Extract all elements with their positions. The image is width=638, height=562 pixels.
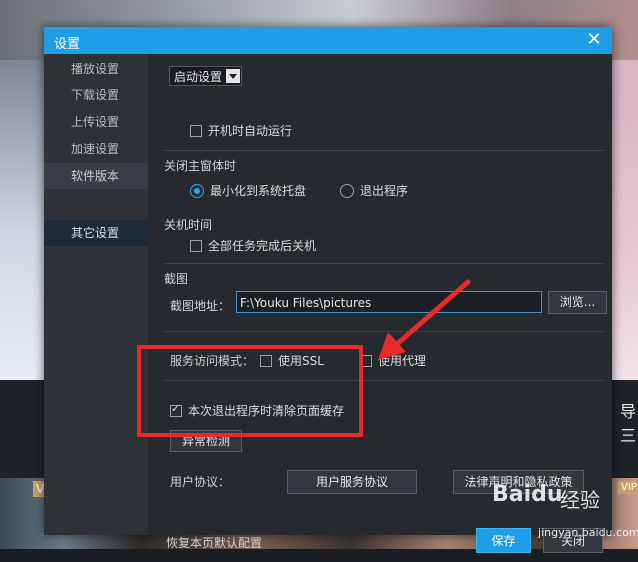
checkbox-icon[interactable]: [190, 124, 202, 137]
sidebar-item-playback[interactable]: 播放设置: [44, 56, 148, 82]
proxy-label: 使用代理: [378, 354, 427, 368]
dialog-title: 设置: [54, 37, 81, 52]
minimize-label: 最小化到系统托盘: [210, 184, 307, 198]
sidebar-item-version[interactable]: 软件版本: [44, 163, 148, 189]
ssl-label: 使用SSL: [278, 354, 324, 368]
minimize-radio[interactable]: 最小化到系统托盘: [190, 182, 306, 199]
service-mode-label: 服务访问模式：: [170, 354, 255, 368]
settings-dialog: 设置 ✕ 播放设置 下载设置 上传设置 加速设置 软件版本 其它设置 启动设置 …: [44, 27, 612, 553]
autorun-label: 开机时自动运行: [208, 124, 293, 138]
watermark-logo-cn: 经验: [560, 488, 600, 512]
checkbox-icon[interactable]: [190, 239, 202, 252]
shutdown-checkbox[interactable]: 全部任务完成后关机: [190, 237, 316, 254]
clear-cache-checkbox[interactable]: 本次退出程序时清除页面缓存: [170, 402, 344, 419]
settings-sidebar: 播放设置 下载设置 上传设置 加速设置 软件版本 其它设置: [44, 54, 148, 535]
checkbox-icon[interactable]: [360, 354, 372, 367]
background-title-text: 导三: [620, 402, 637, 445]
startup-select[interactable]: 启动设置: [169, 66, 243, 86]
screenshot-heading: 截图: [164, 272, 189, 286]
watermark-site: jingyan.baidu.com: [538, 526, 638, 539]
divider: [164, 380, 604, 381]
radio-icon[interactable]: [340, 183, 354, 198]
dialog-titlebar: 设置 ✕: [44, 27, 612, 54]
checkbox-checked-icon[interactable]: [170, 402, 182, 417]
sidebar-item-other[interactable]: 其它设置: [44, 220, 148, 246]
proxy-checkbox[interactable]: 使用代理: [360, 352, 426, 369]
background-left-image: [0, 60, 44, 380]
ssl-checkbox[interactable]: 使用SSL: [260, 352, 324, 369]
divider: [164, 331, 604, 332]
checkbox-icon[interactable]: [260, 354, 272, 367]
divider: [164, 263, 604, 264]
user-service-agreement-button[interactable]: 用户服务协议: [287, 470, 417, 494]
agreement-label: 用户协议：: [170, 475, 231, 489]
autorun-checkbox[interactable]: 开机时自动运行: [190, 122, 292, 139]
chevron-down-icon[interactable]: [226, 69, 241, 83]
clear-cache-label: 本次退出程序时清除页面缓存: [188, 404, 345, 418]
baidu-watermark: Baidu 经验 jingyan.baidu.com: [488, 478, 638, 548]
watermark-logo: Baidu: [492, 482, 563, 507]
exit-label: 退出程序: [360, 184, 409, 198]
close-icon[interactable]: ✕: [584, 30, 604, 50]
background-right-image: [612, 60, 638, 380]
browse-button[interactable]: 浏览...: [548, 291, 607, 314]
settings-content: 启动设置 开机时自动运行 关闭主窗体时 最小化到系统托盘 退出程序 关机时间 全…: [148, 54, 612, 553]
shutdown-label: 全部任务完成后关机: [208, 239, 317, 253]
close-main-heading: 关闭主窗体时: [164, 159, 237, 173]
exception-detect-button[interactable]: 异常检测: [170, 430, 242, 452]
screenshot-path-input[interactable]: F:\Youku Files\pictures: [236, 291, 542, 313]
radio-selected-icon[interactable]: [190, 183, 204, 198]
exit-radio[interactable]: 退出程序: [340, 182, 408, 199]
sidebar-item-download[interactable]: 下载设置: [44, 82, 148, 108]
divider: [164, 150, 604, 151]
startup-select-value: 启动设置: [174, 69, 223, 84]
restore-defaults-link[interactable]: 恢复本页默认配置: [166, 534, 262, 551]
shutdown-heading: 关机时间: [164, 218, 213, 232]
sidebar-item-acceleration[interactable]: 加速设置: [44, 136, 148, 162]
sidebar-item-upload[interactable]: 上传设置: [44, 109, 148, 135]
screenshot-path-label: 截图地址：: [170, 299, 231, 313]
